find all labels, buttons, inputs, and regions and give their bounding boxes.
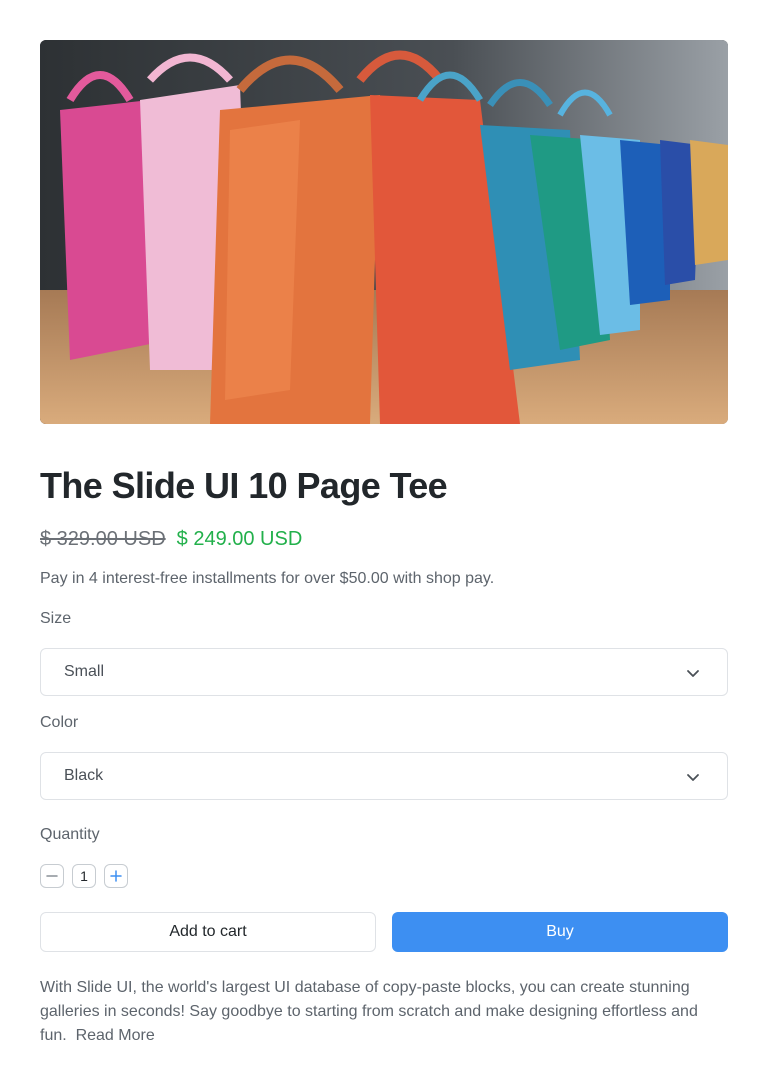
product-description: With Slide UI, the world's largest UI da…: [40, 976, 730, 1048]
quantity-value[interactable]: 1: [72, 864, 96, 888]
installments-note: Pay in 4 interest-free installments for …: [40, 570, 495, 587]
size-label: Size: [40, 610, 72, 627]
quantity-stepper: 1: [40, 864, 128, 888]
decrease-quantity-button[interactable]: [40, 864, 64, 888]
chevron-down-icon: [687, 670, 699, 677]
chevron-down-icon: [687, 774, 699, 781]
size-select[interactable]: Small: [40, 648, 728, 696]
product-page: The Slide UI 10 Page Tee $ 329.00 USD $ …: [0, 0, 768, 1088]
size-value: Small: [64, 663, 105, 680]
buy-button[interactable]: Buy: [392, 912, 728, 952]
increase-quantity-button[interactable]: [104, 864, 128, 888]
color-label: Color: [40, 714, 79, 731]
sale-price: $ 249.00 USD: [176, 527, 303, 550]
read-more-link[interactable]: Read More: [76, 1027, 155, 1044]
quantity-label: Quantity: [40, 826, 100, 843]
original-price: $ 329.00 USD: [40, 527, 166, 550]
product-title: The Slide UI 10 Page Tee: [40, 465, 448, 506]
plus-icon: [110, 870, 122, 882]
color-value: Black: [64, 767, 104, 784]
color-select[interactable]: Black: [40, 752, 728, 800]
add-to-cart-button[interactable]: Add to cart: [40, 912, 376, 952]
product-image: [40, 40, 728, 424]
minus-icon: [46, 875, 58, 877]
price-row: $ 329.00 USD $ 249.00 USD: [40, 526, 302, 552]
